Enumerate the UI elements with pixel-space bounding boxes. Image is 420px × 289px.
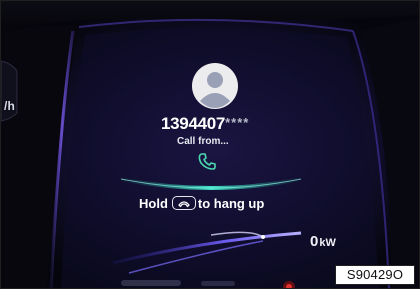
phone-icon (198, 153, 216, 170)
caller-avatar-icon (192, 63, 238, 109)
hang-up-hint-suffix: to hang up (197, 195, 265, 211)
caller-number: 1394407**** (161, 114, 291, 136)
caller-number-digits: 1394407 (161, 114, 226, 133)
power-unit: kW (319, 237, 336, 249)
hang-up-hint-prefix: Hold (139, 195, 168, 211)
hang-up-hint: Hold to hang up (139, 193, 264, 213)
power-value: 0 (310, 233, 319, 250)
power-reading: 0kW (310, 233, 336, 250)
instrument-cluster-photo: /h 1394407**** Call from... Hold to hang… (0, 0, 420, 289)
figure-code-label: S90429O (335, 265, 415, 285)
speed-unit-label: /h (4, 99, 16, 113)
hang-up-icon (171, 196, 196, 210)
caller-number-masked: **** (225, 115, 250, 130)
call-status-text: Call from... (177, 136, 229, 147)
